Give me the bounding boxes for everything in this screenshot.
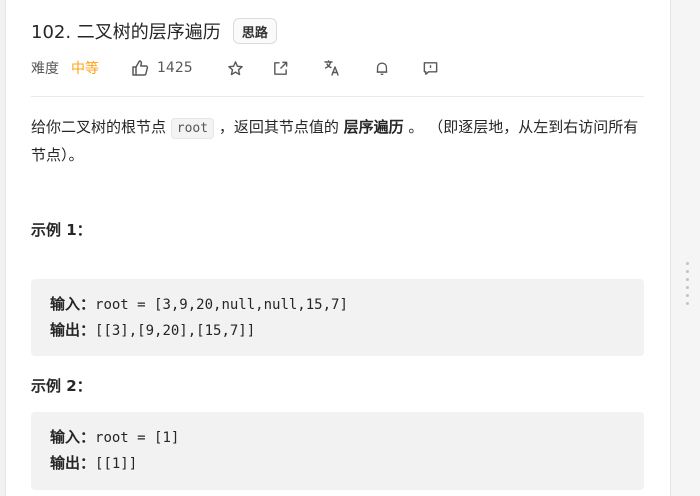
problem-title: 102. 二叉树的层序遍历 <box>31 22 221 43</box>
feedback-button[interactable] <box>422 60 439 77</box>
translate-button[interactable] <box>323 59 341 77</box>
grip-dot <box>686 262 689 265</box>
share-button[interactable] <box>272 60 289 77</box>
feedback-icon <box>422 60 439 77</box>
difficulty-value: 中等 <box>71 61 99 77</box>
example-2-output: 输出：[[1]] <box>50 450 625 476</box>
bell-icon <box>374 60 390 77</box>
output-label: 输出： <box>50 454 96 472</box>
hint-button[interactable]: 思路 <box>232 18 277 44</box>
example-2-input: 输入：root = [1] <box>50 424 625 450</box>
input-value: root = [1] <box>95 430 180 446</box>
thumbs-up-icon <box>131 59 149 77</box>
right-panel <box>670 0 700 496</box>
problem-description: 给你二叉树的根节点 root ，返回其节点值的 层序遍历 。 （即逐层地，从左到… <box>31 114 641 168</box>
problem-page: 102. 二叉树的层序遍历 思路 难度 中等 1425 给你二叉树的根节点 ro… <box>0 0 700 496</box>
description-text-2: ，返回其节点值的 <box>214 118 344 136</box>
like-count: 1425 <box>157 60 193 76</box>
meta-row: 难度 中等 1425 <box>31 56 439 80</box>
example-1-title: 示例 1： <box>31 221 92 239</box>
difficulty-label: 难度 <box>31 61 59 77</box>
example-1-input: 输入：root = [3,9,20,null,null,15,7] <box>50 291 625 317</box>
title-row: 102. 二叉树的层序遍历 思路 <box>31 17 277 45</box>
output-value: [[3],[9,20],[15,7]] <box>95 323 256 339</box>
grip-dot <box>686 294 689 297</box>
example-2-block: 输入：root = [1] 输出：[[1]] <box>31 412 644 490</box>
resize-handle[interactable] <box>686 262 690 305</box>
example-1-block: 输入：root = [3,9,20,null,null,15,7] 输出：[[3… <box>31 279 644 356</box>
output-label: 输出： <box>50 321 96 339</box>
grip-dot <box>686 270 689 273</box>
favorite-button[interactable] <box>227 60 244 77</box>
input-label: 输入： <box>50 428 96 446</box>
star-icon <box>227 60 244 77</box>
description-bold: 层序遍历 <box>343 118 404 136</box>
output-value: [[1]] <box>95 456 138 472</box>
header-divider <box>31 96 644 97</box>
input-value: root = [3,9,20,null,null,15,7] <box>95 297 348 313</box>
inline-code-root: root <box>170 118 215 139</box>
grip-dot <box>686 302 689 305</box>
example-2-title: 示例 2： <box>31 377 92 395</box>
example-1-output: 输出：[[3],[9,20],[15,7]] <box>50 317 625 343</box>
translate-icon <box>323 59 341 77</box>
grip-dot <box>686 286 689 289</box>
like-button[interactable]: 1425 <box>131 59 193 77</box>
grip-dot <box>686 278 689 281</box>
input-label: 输入： <box>50 295 96 313</box>
description-text-1: 给你二叉树的根节点 <box>31 118 171 136</box>
notification-button[interactable] <box>374 60 390 77</box>
share-icon <box>272 60 289 77</box>
left-edge <box>0 0 6 496</box>
